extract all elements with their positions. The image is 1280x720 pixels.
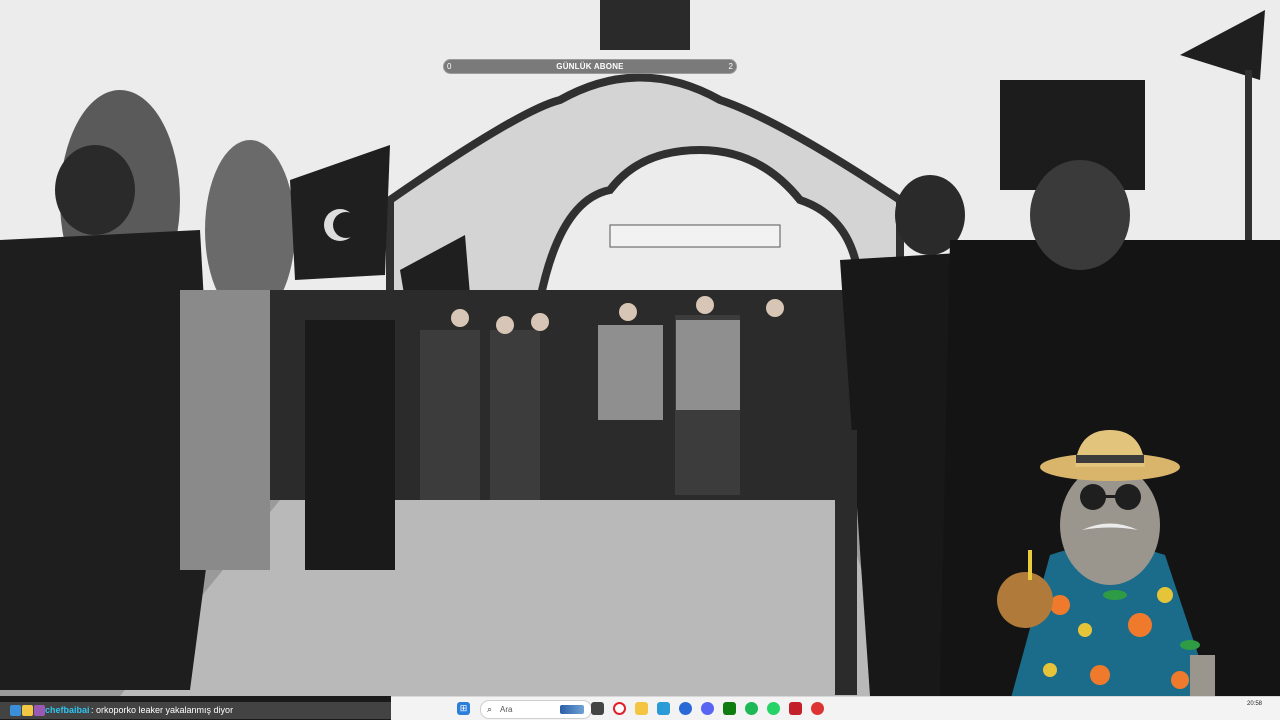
file-explorer-icon[interactable]	[635, 702, 648, 715]
sub-goal-bar: 0 GÜNLÜK ABONE 2	[443, 59, 737, 74]
chat-message-text: : orkoporko leaker yakalanmış diyor	[91, 705, 234, 715]
search-highlight-icon	[560, 705, 584, 714]
taskbar: ⊞ ⌕ Ara 20:58	[391, 696, 1280, 720]
spotify-icon[interactable]	[745, 702, 758, 715]
chat-badge-icon	[22, 705, 33, 716]
chrome-icon[interactable]	[679, 702, 692, 715]
opera-icon[interactable]	[613, 702, 626, 715]
windows-start-icon[interactable]: ⊞	[457, 702, 470, 715]
chat-username: chefbaibai	[45, 705, 90, 715]
discord-icon[interactable]	[701, 702, 714, 715]
rock-character-sticker	[997, 430, 1220, 720]
chat-message-strip: chefbaibai : orkoporko leaker yakalanmış…	[0, 702, 391, 719]
chat-badge-icon	[34, 705, 45, 716]
whatsapp-icon[interactable]	[767, 702, 780, 715]
xbox-icon[interactable]	[723, 702, 736, 715]
chat-badge-icon	[10, 705, 21, 716]
chat-badges	[10, 705, 45, 716]
stream-screen: 0 GÜNLÜK ABONE 2 chefbaibai: orkoporko …	[0, 0, 1280, 720]
search-icon: ⌕	[487, 704, 493, 714]
task-view-icon[interactable]	[591, 702, 604, 715]
search-placeholder: Ara	[500, 705, 513, 714]
clock-time: 20:58	[1246, 701, 1262, 707]
taskbar-clock[interactable]: 20:58	[1247, 700, 1262, 708]
app-icon[interactable]	[811, 702, 824, 715]
valorant-icon[interactable]	[789, 702, 802, 715]
goal-max-label: 2	[728, 62, 733, 71]
goal-title: GÜNLÜK ABONE	[556, 62, 624, 71]
taskbar-search-box[interactable]: ⌕ Ara	[480, 700, 592, 719]
edge-icon[interactable]	[657, 702, 670, 715]
